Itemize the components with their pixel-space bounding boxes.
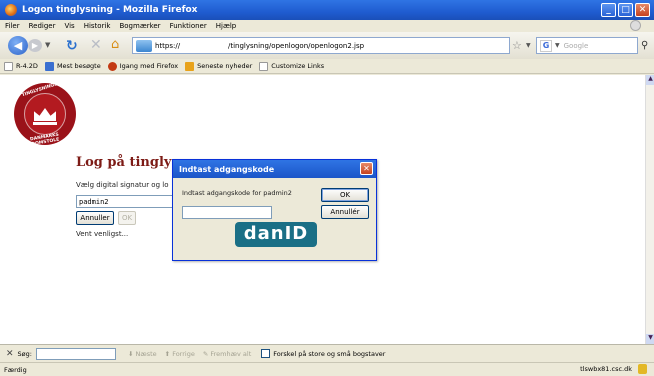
find-next-button[interactable]: ⬇ Næste: [128, 350, 157, 358]
dialog-prompt: Indtast adgangskode for padmin2: [182, 189, 292, 197]
dialog-title-bar: Indtast adgangskode ✕: [173, 160, 376, 178]
firefox-icon: [5, 4, 17, 16]
menu-tools[interactable]: Funktioner: [170, 22, 207, 30]
stop-button[interactable]: ✕: [90, 37, 102, 53]
maximize-button[interactable]: □: [618, 3, 633, 17]
dialog-cancel-button[interactable]: Annullér: [321, 205, 369, 219]
danid-logo: danID: [235, 222, 317, 247]
tinglysningsretten-logo: TINGLYSNINGSRETTEN DANMARKS DOMSTOLE: [14, 76, 77, 147]
menu-bookmarks[interactable]: Bogmærker: [119, 22, 160, 30]
window-title: Logon tinglysning - Mozilla Firefox: [22, 5, 198, 15]
password-dialog: Indtast adgangskode ✕ Indtast adgangskod…: [172, 159, 377, 261]
search-icon[interactable]: ⚲: [641, 40, 648, 51]
cancel-button[interactable]: Annuller: [76, 211, 114, 225]
dialog-ok-button[interactable]: OK: [321, 188, 369, 202]
find-input[interactable]: [35, 347, 116, 360]
menu-help[interactable]: Hjælp: [216, 22, 236, 30]
bookmark-customize-links[interactable]: Customize Links: [259, 61, 324, 71]
password-input[interactable]: [182, 206, 272, 219]
page-icon: [259, 61, 269, 71]
title-bar: Logon tinglysning - Mozilla Firefox _ □ …: [0, 0, 654, 20]
url-scheme: https://: [155, 41, 181, 50]
find-bar: ✕ Søg: ⬇ Næste ⬆ Forrige ✎ Fremhæv alt F…: [0, 344, 654, 362]
wait-text: Vent venligst...: [76, 230, 129, 238]
menu-edit[interactable]: Rediger: [29, 22, 56, 30]
minimize-button[interactable]: _: [601, 3, 616, 17]
bookmark-r42d[interactable]: R-4.2D: [4, 61, 38, 71]
search-placeholder: Google: [563, 41, 589, 50]
status-bar: Færdig tlswbx81.csc.dk: [0, 362, 654, 376]
url-dropdown-icon[interactable]: ▼: [526, 42, 531, 49]
close-window-button[interactable]: ✕: [635, 3, 650, 17]
vertical-scrollbar[interactable]: ▲ ▼: [645, 75, 654, 344]
home-button[interactable]: ⌂: [111, 37, 119, 52]
window-controls: _ □ ✕: [601, 3, 650, 17]
bookmarks-toolbar: R-4.2D Mest besøgte Igang med Firefox Se…: [0, 59, 654, 74]
dialog-close-button[interactable]: ✕: [360, 162, 373, 175]
google-engine-icon[interactable]: G: [540, 39, 552, 52]
page-icon: [4, 61, 13, 71]
site-identity-icon[interactable]: [136, 39, 152, 52]
bookmark-most-visited[interactable]: Mest besøgte: [44, 61, 101, 71]
find-previous-button[interactable]: ⬆ Forrige: [165, 350, 195, 358]
url-path: /tinglysning/openlogon/openlogon2.jsp: [228, 41, 365, 50]
throbber-icon: [630, 20, 641, 31]
engine-dropdown-icon[interactable]: ▼: [555, 42, 560, 49]
bookmark-getting-started[interactable]: Igang med Firefox: [107, 61, 178, 71]
menu-view[interactable]: Vis: [64, 22, 74, 30]
highlight-all-button[interactable]: ✎ Fremhæv alt: [203, 350, 251, 358]
forward-button[interactable]: ▶: [28, 39, 42, 52]
search-box[interactable]: G ▼ Google: [536, 37, 638, 54]
folder-icon: [44, 61, 54, 71]
close-find-icon[interactable]: ✕: [6, 349, 14, 359]
match-case-checkbox[interactable]: [261, 349, 271, 358]
menu-bar: Filer Rediger Vis Historik Bogmærker Fun…: [0, 20, 654, 32]
bookmark-star-icon[interactable]: ☆: [512, 39, 522, 52]
rss-icon: [185, 61, 195, 71]
dialog-title: Indtast adgangskode: [179, 165, 275, 174]
url-bar[interactable]: https:// /tinglysning/openlogon/openlogo…: [132, 37, 510, 54]
scroll-down-icon[interactable]: ▼: [646, 334, 654, 344]
scroll-up-icon[interactable]: ▲: [646, 75, 654, 85]
menu-history[interactable]: Historik: [84, 22, 111, 30]
history-dropdown-icon[interactable]: ▼: [45, 41, 50, 49]
menu-file[interactable]: Filer: [5, 22, 20, 30]
lock-icon[interactable]: [638, 364, 647, 374]
status-host: tlswbx81.csc.dk: [580, 365, 632, 373]
username-field[interactable]: padmin2: [76, 195, 176, 208]
reload-button[interactable]: ↻: [66, 38, 78, 54]
ok-button-disabled: OK: [118, 211, 136, 225]
firefox-bookmark-icon: [107, 61, 117, 71]
bookmark-latest-news[interactable]: Seneste nyheder: [185, 61, 252, 71]
status-text: Færdig: [4, 365, 27, 374]
find-label: Søg:: [17, 349, 32, 358]
navigation-toolbar: ◀ ▶ ▼ ↻ ✕ ⌂ https:// /tinglysning/openlo…: [0, 32, 654, 59]
match-case-label: Forskel på store og små bogstaver: [273, 349, 386, 358]
instruction-text: Vælg digital signatur og lo: [76, 181, 169, 189]
back-button[interactable]: ◀: [8, 36, 28, 55]
